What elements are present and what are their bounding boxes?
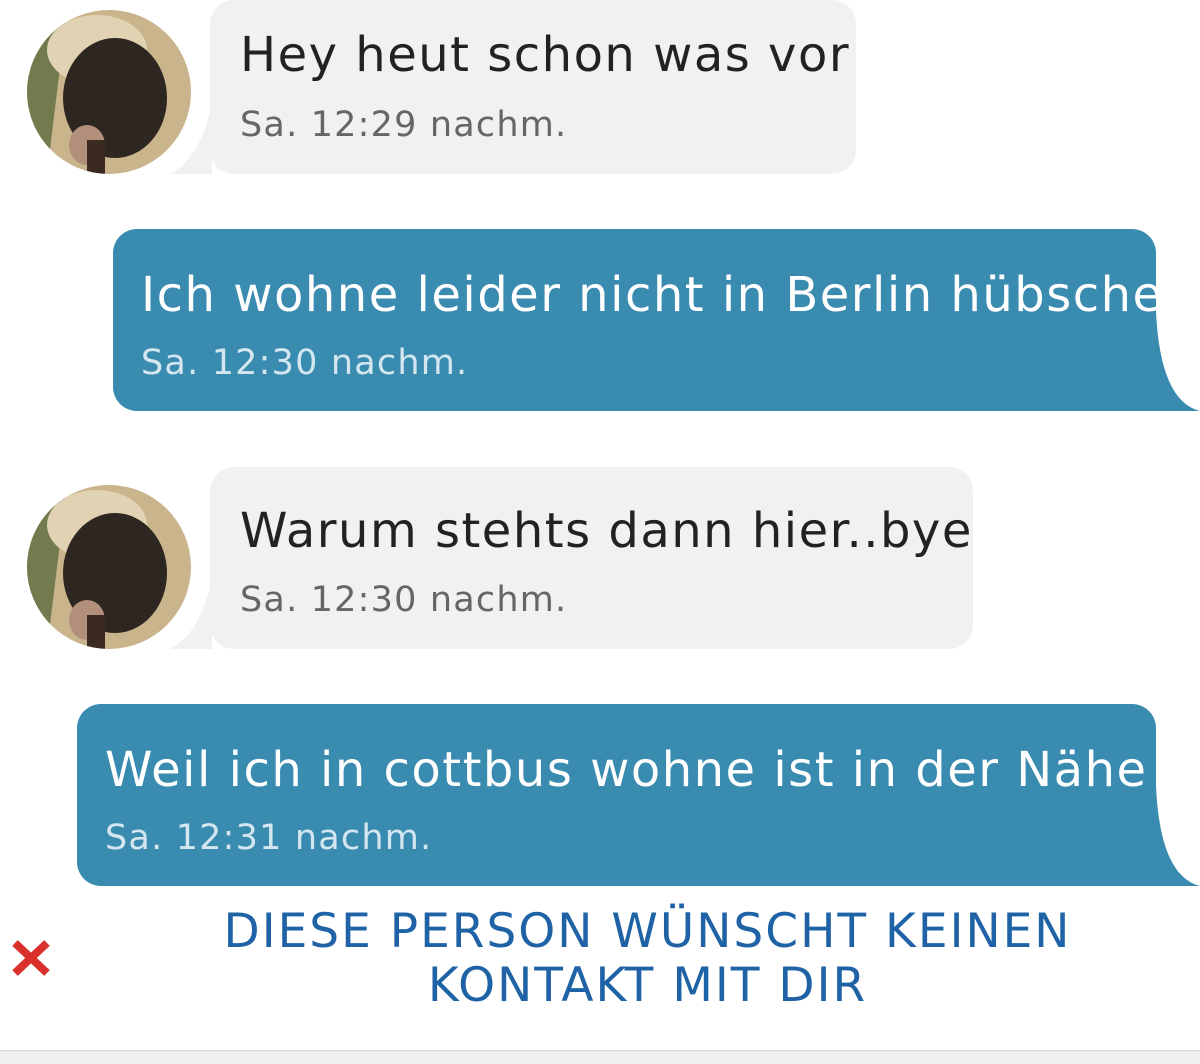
notice-line-2: KONTAKT MIT DIR <box>427 958 868 1013</box>
bubble-tail <box>1156 311 1200 411</box>
bubble-tail <box>170 104 212 174</box>
message-bubble-incoming: Hey heut schon was vor Sa. 12:29 nachm. <box>170 0 856 174</box>
message-text: Ich wohne leider nicht in Berlin hübsche <box>141 267 1164 323</box>
message-bubble-outgoing: Weil ich in cottbus wohne ist in der Näh… <box>77 704 1200 886</box>
no-contact-notice: DIESE PERSON WÜNSCHT KEINEN KONTAKT MIT … <box>160 905 1135 1013</box>
message-timestamp: Sa. 12:30 nachm. <box>240 580 568 620</box>
message-text: Warum stehts dann hier..bye <box>240 503 973 559</box>
message-bubble-outgoing: Ich wohne leider nicht in Berlin hübsche… <box>113 229 1200 411</box>
message-timestamp: Sa. 12:30 nachm. <box>141 343 469 383</box>
message-timestamp: Sa. 12:31 nachm. <box>105 818 433 858</box>
bubble-tail <box>170 579 212 649</box>
message-timestamp: Sa. 12:29 nachm. <box>240 105 568 145</box>
message-bubble-incoming: Warum stehts dann hier..bye Sa. 12:30 na… <box>170 467 973 649</box>
contact-avatar[interactable] <box>27 10 191 174</box>
avatar-image <box>27 10 191 174</box>
avatar-image <box>27 485 191 649</box>
message-text: Weil ich in cottbus wohne ist in der Näh… <box>105 742 1148 798</box>
bottom-divider <box>0 1050 1200 1064</box>
contact-avatar[interactable] <box>27 485 191 649</box>
close-icon[interactable] <box>10 938 52 978</box>
bubble-tail <box>1156 786 1200 886</box>
message-text: Hey heut schon was vor <box>240 27 851 83</box>
notice-line-1: DIESE PERSON WÜNSCHT KEINEN <box>223 904 1072 959</box>
